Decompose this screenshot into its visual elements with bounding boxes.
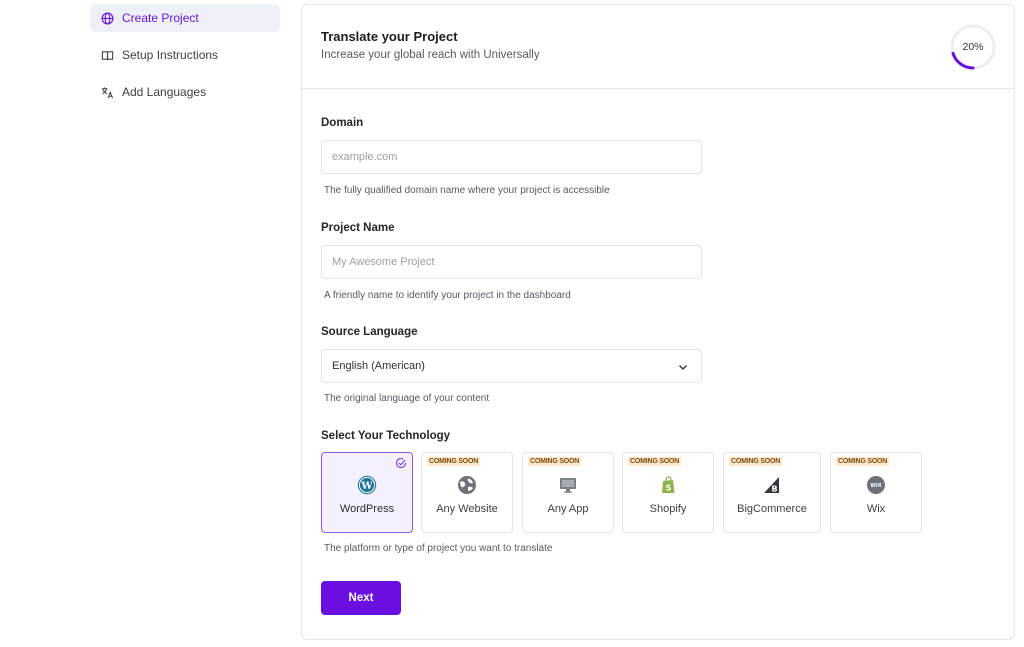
wix-icon: WIX bbox=[867, 476, 885, 494]
tech-option-shopify[interactable]: COMING SOON S Shopify bbox=[622, 452, 714, 533]
project-name-input[interactable] bbox=[321, 245, 702, 279]
coming-soon-badge: COMING SOON bbox=[528, 457, 582, 466]
monitor-icon bbox=[560, 478, 576, 493]
check-circle-icon bbox=[396, 458, 407, 469]
project-name-help: A friendly name to identify your project… bbox=[324, 290, 571, 301]
bigcommerce-icon: B bbox=[764, 477, 779, 494]
sidebar-item-setup-instructions[interactable]: Setup Instructions bbox=[90, 41, 280, 69]
tech-option-bigcommerce[interactable]: COMING SOON B BigCommerce bbox=[723, 452, 821, 533]
coming-soon-badge: COMING SOON bbox=[836, 457, 890, 466]
progress-ring: 20% bbox=[949, 23, 997, 71]
tech-option-wix[interactable]: COMING SOON WIX Wix bbox=[830, 452, 922, 533]
wordpress-icon: W bbox=[357, 475, 377, 495]
technology-help: The platform or type of project you want… bbox=[324, 543, 553, 554]
source-language-value: English (American) bbox=[332, 360, 425, 372]
source-language-select[interactable]: English (American) bbox=[321, 349, 702, 383]
globe-icon bbox=[100, 11, 114, 25]
svg-text:W: W bbox=[360, 481, 373, 492]
tech-option-any-website[interactable]: COMING SOON Any Website bbox=[421, 452, 513, 533]
project-name-label: Project Name bbox=[321, 222, 395, 234]
page-title: Translate your Project bbox=[321, 29, 458, 44]
sidebar-item-label: Setup Instructions bbox=[122, 48, 219, 62]
book-icon bbox=[100, 48, 114, 62]
tech-option-any-app[interactable]: COMING SOON Any App bbox=[522, 452, 614, 533]
domain-help: The fully qualified domain name where yo… bbox=[324, 185, 610, 196]
sidebar: Create Project Setup Instructions Add La… bbox=[90, 4, 280, 115]
source-language-help: The original language of your content bbox=[324, 393, 490, 404]
svg-text:B: B bbox=[771, 485, 777, 494]
progress-label: 20% bbox=[962, 41, 984, 53]
tech-option-name: Any Website bbox=[436, 503, 498, 515]
coming-soon-badge: COMING SOON bbox=[729, 457, 783, 466]
world-icon bbox=[458, 476, 476, 494]
coming-soon-badge: COMING SOON bbox=[427, 457, 481, 466]
next-button[interactable]: Next bbox=[321, 581, 401, 615]
chevron-down-icon bbox=[679, 365, 687, 370]
tech-option-wordpress[interactable]: W WordPress bbox=[321, 452, 413, 533]
sidebar-item-create-project[interactable]: Create Project bbox=[90, 4, 280, 32]
sidebar-item-add-languages[interactable]: Add Languages bbox=[90, 78, 280, 106]
domain-label: Domain bbox=[321, 117, 364, 129]
svg-text:WIX: WIX bbox=[870, 483, 881, 489]
translate-icon bbox=[100, 85, 114, 99]
create-project-card: Translate your Project Increase your glo… bbox=[301, 4, 1015, 640]
tech-option-name: Shopify bbox=[649, 503, 687, 515]
domain-input[interactable] bbox=[321, 140, 702, 174]
coming-soon-badge: COMING SOON bbox=[628, 457, 682, 466]
svg-text:S: S bbox=[666, 484, 672, 493]
card-header: Translate your Project Increase your glo… bbox=[302, 5, 1014, 89]
technology-label: Select Your Technology bbox=[321, 430, 451, 442]
page-subtitle: Increase your global reach with Universa… bbox=[321, 49, 540, 61]
shopify-icon: S bbox=[662, 476, 675, 493]
tech-option-name: Any App bbox=[547, 503, 589, 515]
source-language-label: Source Language bbox=[321, 326, 418, 338]
sidebar-item-label: Create Project bbox=[122, 11, 199, 25]
tech-option-name: BigCommerce bbox=[737, 503, 807, 515]
tech-option-name: WordPress bbox=[339, 503, 395, 515]
sidebar-item-label: Add Languages bbox=[122, 85, 207, 99]
tech-option-name: Wix bbox=[866, 503, 886, 515]
